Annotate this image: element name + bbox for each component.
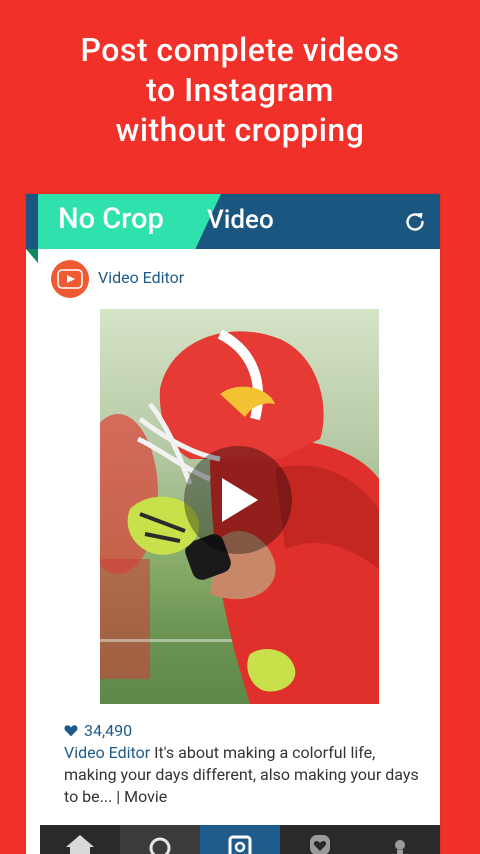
home-icon [66, 835, 94, 854]
caption-author[interactable]: Video Editor [64, 743, 150, 762]
instagram-post-card: No Crop Video Video Editor 34,490 Video … [26, 194, 440, 854]
heart-bubble-icon [310, 835, 330, 854]
headline-line: Post complete videos [80, 31, 400, 69]
top-bar-title: Video [207, 205, 274, 235]
search-icon [149, 837, 171, 854]
headline-line: to Instagram [146, 71, 334, 109]
app-top-bar: No Crop Video [26, 194, 440, 249]
no-crop-label: No Crop [58, 202, 164, 236]
likes-count: 34,490 [64, 721, 132, 740]
camera-icon [228, 835, 252, 854]
promo-headline: Post complete videos to Instagram withou… [0, 30, 480, 150]
refresh-icon[interactable] [403, 210, 427, 234]
nav-home[interactable] [40, 825, 120, 854]
video-thumbnail[interactable] [100, 309, 379, 704]
post-caption: Video Editor It's about making a colorfu… [64, 742, 424, 808]
avatar[interactable] [51, 260, 89, 298]
bottom-nav [40, 825, 440, 854]
headline-line: without cropping [115, 111, 365, 149]
post-author[interactable]: Video Editor [98, 268, 184, 287]
nav-profile[interactable] [360, 825, 440, 854]
profile-icon [395, 840, 405, 854]
video-editor-logo-icon [57, 269, 83, 289]
no-crop-tag: No Crop [38, 194, 221, 249]
play-icon [222, 478, 258, 522]
nav-camera[interactable] [200, 825, 280, 854]
heart-icon [64, 725, 78, 737]
nav-search[interactable] [120, 825, 200, 854]
likes-value: 34,490 [84, 721, 133, 740]
tag-fold [26, 249, 38, 263]
play-button[interactable] [184, 446, 292, 554]
nav-activity[interactable] [280, 825, 360, 854]
